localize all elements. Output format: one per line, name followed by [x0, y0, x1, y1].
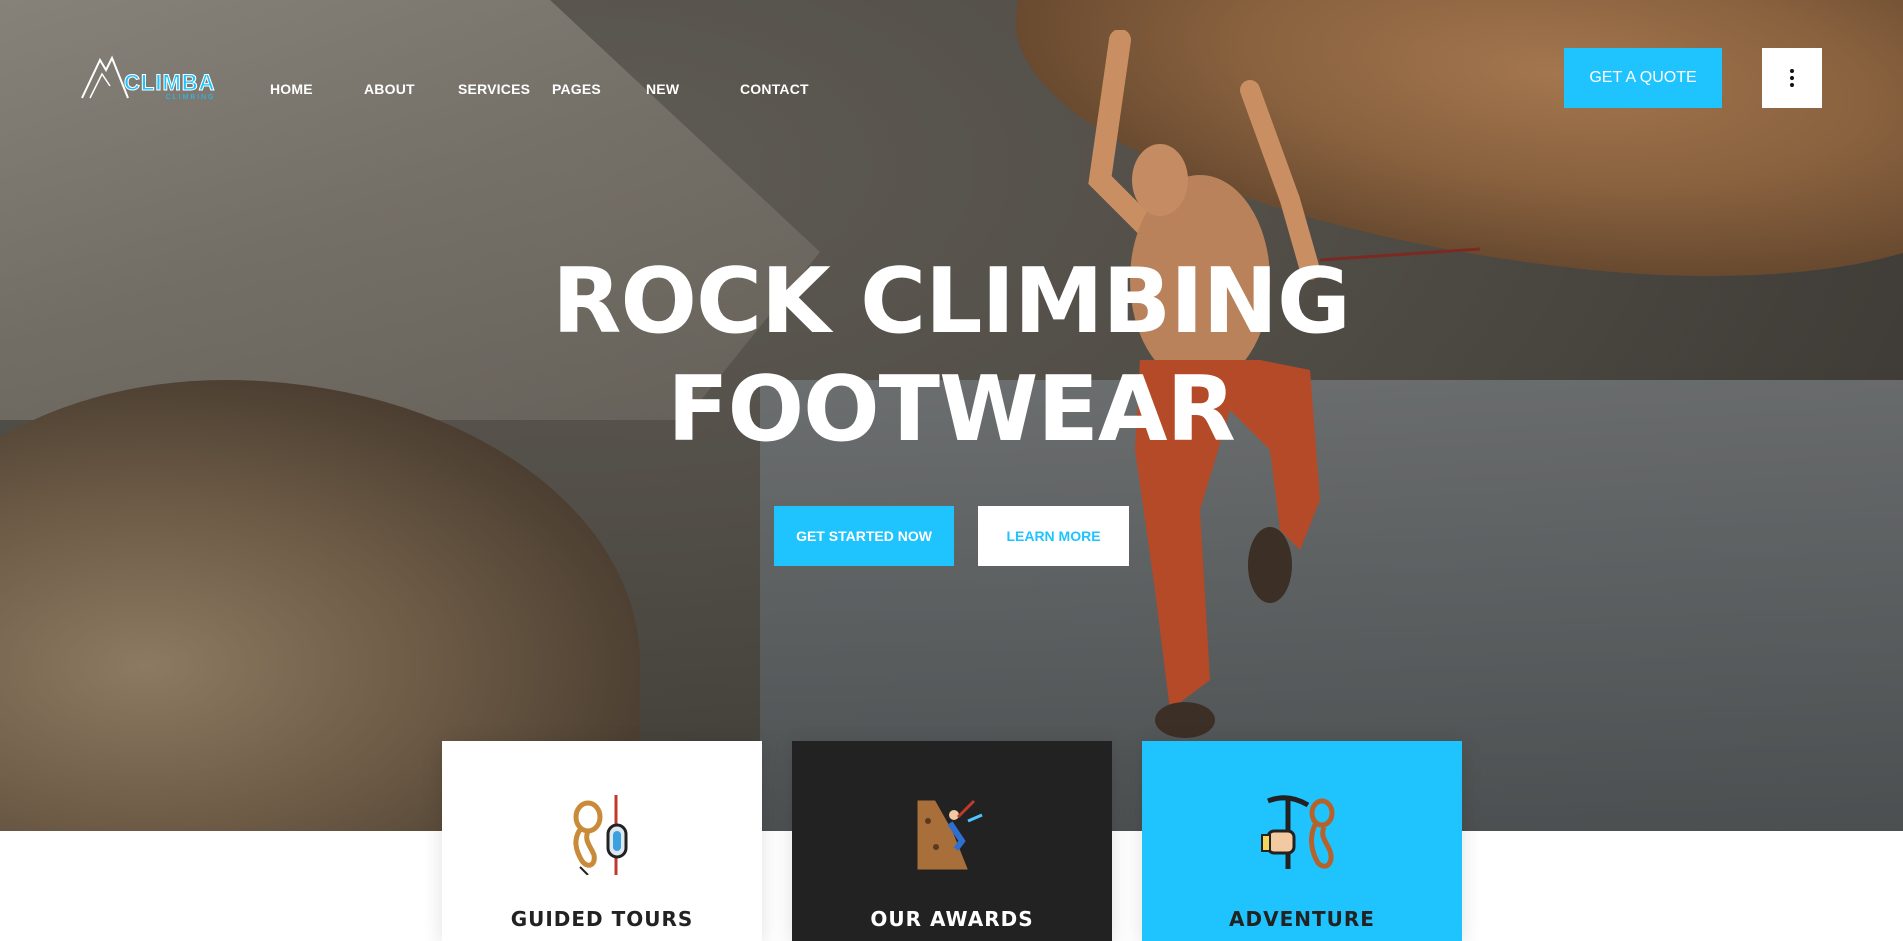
feature-card-our-awards[interactable]: OUR AWARDS [792, 741, 1112, 941]
feature-card-guided-tours[interactable]: GUIDED TOURS [442, 741, 762, 941]
feature-title: OUR AWARDS [870, 907, 1034, 931]
vertical-dots-icon [1790, 69, 1794, 87]
nav-home[interactable]: HOME [270, 81, 313, 97]
hero-title-line2: FOOTWEAR [667, 357, 1236, 462]
nav-about[interactable]: ABOUT [364, 81, 415, 97]
brand-name: CLIMBA [124, 70, 216, 95]
more-menu-button[interactable] [1762, 48, 1822, 108]
top-navigation: CLIMBA CLIMBING HOME ABOUT SERVICES PAGE… [0, 0, 1903, 160]
hero-title-line1: ROCK CLIMBING [552, 249, 1351, 354]
hero-title: ROCK CLIMBING FOOTWEAR [451, 248, 1451, 464]
rope-carabiner-icon [573, 795, 628, 875]
get-a-quote-button[interactable]: GET A QUOTE [1564, 48, 1722, 108]
feature-card-adventure[interactable]: ADVENTURE [1142, 741, 1462, 941]
brand-logo[interactable]: CLIMBA CLIMBING [80, 52, 216, 102]
nav-new[interactable]: NEW [646, 81, 679, 97]
get-started-button[interactable]: GET STARTED NOW [774, 506, 954, 566]
nav-services[interactable]: SERVICES [458, 81, 530, 97]
brand-tagline: CLIMBING [165, 94, 216, 101]
feature-title: ADVENTURE [1229, 907, 1375, 931]
mountain-logo-icon [81, 55, 129, 99]
learn-more-button[interactable]: LEARN MORE [978, 506, 1129, 566]
nav-contact[interactable]: CONTACT [740, 81, 809, 97]
nav-pages[interactable]: PAGES [552, 81, 601, 97]
feature-title: GUIDED TOURS [510, 907, 694, 931]
ice-axe-rope-icon [1261, 795, 1335, 869]
climber-on-rock-icon [914, 797, 983, 873]
